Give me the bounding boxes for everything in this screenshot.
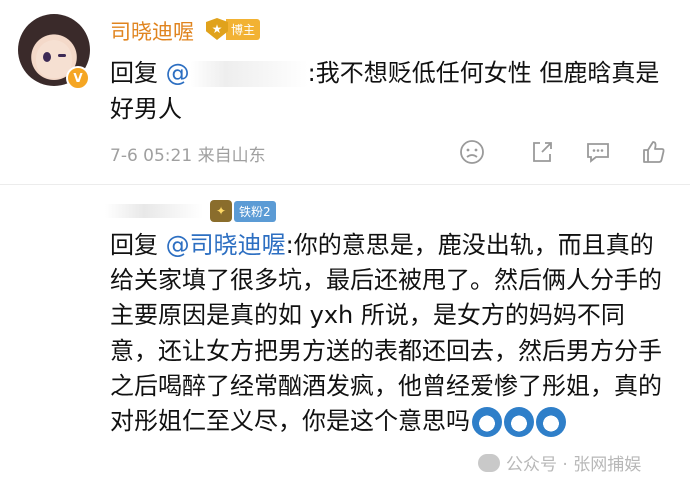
comment-location: 来自山东 [197, 146, 266, 166]
emoji-icon [472, 407, 502, 438]
shield-icon: ★ [206, 18, 228, 40]
avatar-eye [43, 52, 51, 62]
comment-time: 7-6 05:21 [110, 146, 193, 166]
comment-body: :你的意思是，鹿没出轨，而且真的给关家填了很多坑，最后还被甩了。然后俩人分手的主… [110, 231, 662, 436]
watermark-text: 公众号 · 张网捕娱 [506, 455, 642, 475]
wechat-icon [478, 453, 500, 472]
emoji-icon [536, 407, 566, 438]
dislike-icon[interactable] [458, 138, 486, 166]
watermark: 公众号 · 张网捕娱 [478, 450, 641, 475]
comment-icon[interactable] [584, 138, 612, 166]
reply-prefix: 回复 [110, 59, 158, 87]
like-icon[interactable] [640, 138, 668, 166]
reply-prefix: 回复 [110, 231, 158, 259]
comment-username[interactable]: 司晓迪喔 [110, 16, 194, 46]
verified-icon: V [66, 66, 90, 90]
emoji-icon [504, 407, 534, 438]
divider [0, 184, 690, 185]
share-icon[interactable] [528, 138, 556, 166]
redacted-name [189, 61, 308, 87]
fan-badge-label: 铁粉2 [234, 200, 276, 222]
redacted-username [105, 204, 203, 218]
blogger-badge: ★ 博主 [206, 18, 261, 40]
fan-level-icon: ✦ [210, 200, 232, 222]
mention-link[interactable]: @司晓迪喔 [166, 231, 286, 259]
comment-meta: 7-6 05:21 来自山东 [110, 141, 266, 166]
comment-text: 回复 @:我不想贬低任何女性 但鹿晗真是好男人 [110, 55, 670, 127]
avatar-eye [58, 54, 66, 57]
comment-text: 回复 @司晓迪喔:你的意思是，鹿没出轨，而且真的给关家填了很多坑，最后还被甩了。… [110, 228, 670, 439]
blogger-badge-label: 博主 [226, 18, 261, 40]
mention-link[interactable]: @ [166, 59, 190, 87]
fan-badge: ✦ 铁粉2 [210, 200, 276, 222]
